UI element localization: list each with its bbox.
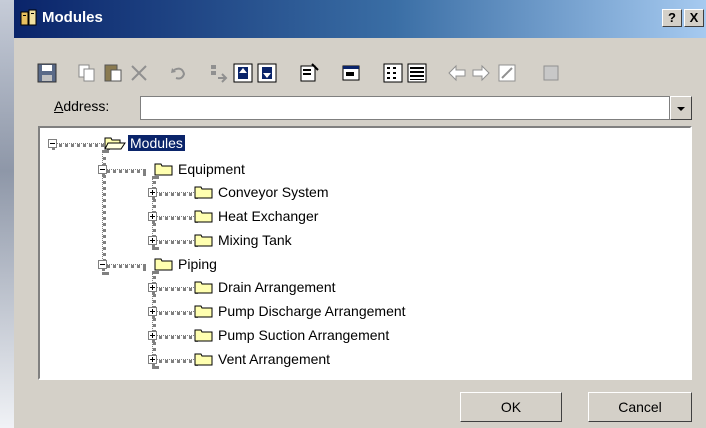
window-icon[interactable]: [340, 62, 362, 84]
delete-icon[interactable]: [128, 62, 150, 84]
insert-icon[interactable]: [208, 62, 230, 84]
extra-icon[interactable]: [540, 62, 562, 84]
tree-item[interactable]: Heat Exchanger: [218, 208, 318, 224]
folder-icon: [154, 258, 173, 271]
tree-item[interactable]: Pump Suction Arrangement: [218, 327, 389, 343]
collapse-toggle-icon[interactable]: [98, 260, 107, 269]
forward-arrow-icon[interactable]: [470, 62, 492, 84]
expand-toggle-icon[interactable]: [148, 212, 157, 221]
list-view-icon[interactable]: [382, 62, 404, 84]
cancel-button[interactable]: Cancel: [588, 392, 692, 422]
modules-app-icon: [20, 9, 37, 26]
tree-connector: [102, 264, 146, 268]
close-button[interactable]: X: [684, 9, 704, 27]
tree-group-equipment[interactable]: Equipment: [178, 161, 245, 177]
tree-root-label[interactable]: Modules: [127, 134, 186, 152]
expand-toggle-icon[interactable]: [148, 283, 157, 292]
tree-connector: [152, 359, 198, 363]
tree-connector: [152, 311, 198, 315]
folder-icon: [194, 210, 213, 223]
expand-toggle-icon[interactable]: [148, 188, 157, 197]
title-bar[interactable]: Modules ? X: [14, 0, 706, 38]
folder-icon: [194, 234, 213, 247]
chevron-down-icon: [677, 107, 685, 111]
toolbar: [36, 56, 706, 94]
details-view-icon[interactable]: [406, 62, 428, 84]
tree-item[interactable]: Vent Arrangement: [218, 351, 330, 367]
undo-icon[interactable]: [168, 62, 190, 84]
modules-dialog: Modules ? X Address: Modules Equipment P…: [14, 0, 706, 428]
paste-icon[interactable]: [102, 62, 124, 84]
tree-connector: [152, 287, 198, 291]
tree-connector: [102, 169, 146, 173]
module-tree: Modules Equipment Piping Conveyor System…: [38, 126, 692, 380]
collapse-toggle-icon[interactable]: [48, 139, 57, 148]
tree-connector: [152, 216, 198, 220]
folder-icon: [194, 186, 213, 199]
tree-item[interactable]: Drain Arrangement: [218, 279, 336, 295]
save-icon[interactable]: [36, 62, 58, 84]
open-folder-icon: [104, 137, 126, 150]
address-label: Address:: [54, 98, 110, 114]
properties-icon[interactable]: [298, 62, 320, 84]
folder-icon: [194, 281, 213, 294]
tree-item[interactable]: Mixing Tank: [218, 232, 292, 248]
expand-toggle-icon[interactable]: [148, 236, 157, 245]
background-gradient: [0, 0, 14, 428]
folder-icon: [154, 163, 173, 176]
window-title: Modules: [42, 9, 103, 26]
copy-icon[interactable]: [76, 62, 98, 84]
address-input[interactable]: [140, 96, 670, 120]
expand-toggle-icon[interactable]: [148, 307, 157, 316]
collapse-toggle-icon[interactable]: [98, 165, 107, 174]
folder-icon: [194, 329, 213, 342]
move-up-icon[interactable]: [232, 62, 254, 84]
tree-connector: [52, 143, 110, 147]
tree-group-piping[interactable]: Piping: [178, 256, 217, 272]
ok-button[interactable]: OK: [460, 392, 562, 422]
tree-item[interactable]: Conveyor System: [218, 184, 328, 200]
help-button[interactable]: ?: [662, 9, 682, 27]
expand-toggle-icon[interactable]: [148, 355, 157, 364]
address-dropdown-button[interactable]: [670, 96, 692, 120]
tree-connector: [152, 335, 198, 339]
folder-icon: [194, 353, 213, 366]
tree-connector: [152, 240, 198, 244]
expand-toggle-icon[interactable]: [148, 331, 157, 340]
tree-connector: [152, 192, 198, 196]
folder-icon: [194, 305, 213, 318]
move-down-icon[interactable]: [256, 62, 278, 84]
tree-item[interactable]: Pump Discharge Arrangement: [218, 303, 406, 319]
edit-icon[interactable]: [496, 62, 518, 84]
back-arrow-icon[interactable]: [446, 62, 468, 84]
